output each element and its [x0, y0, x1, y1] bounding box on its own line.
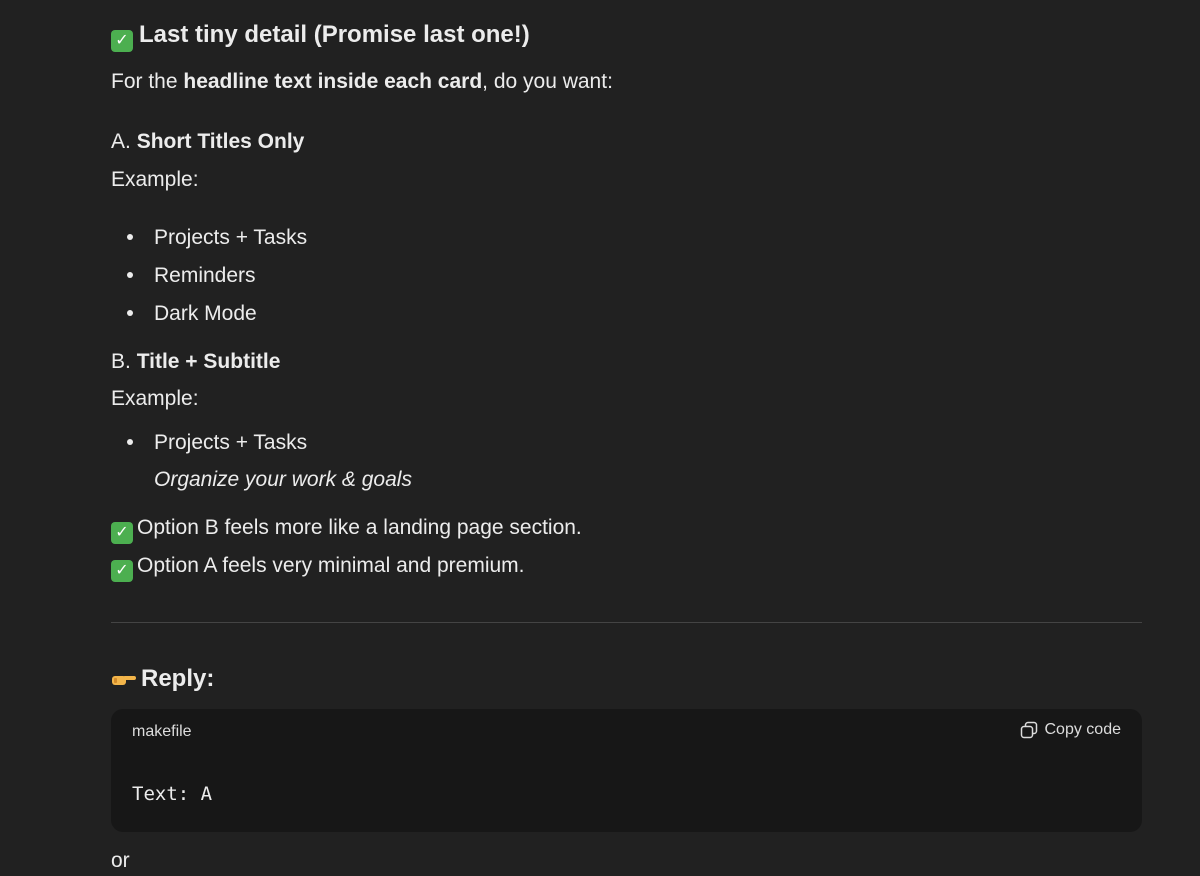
bullet-icon — [127, 272, 133, 278]
intro-paragraph: For the headline text inside each card, … — [111, 67, 613, 97]
intro-prefix: For the — [111, 70, 184, 93]
option-a-letter: A. — [111, 130, 137, 153]
list-item: Projects + Tasks — [127, 223, 307, 253]
divider — [111, 622, 1142, 623]
list-item-text: Dark Mode — [154, 302, 257, 325]
note-line: ✓ Option A feels very minimal and premium… — [111, 551, 525, 582]
option-a-title: A. Short Titles Only — [111, 127, 304, 157]
code-block: makefile Copy code Text: A — [111, 709, 1142, 832]
option-a-name: Short Titles Only — [136, 130, 305, 153]
note-line: ✓ Option B feels more like a landing page… — [111, 513, 582, 544]
option-b-name: Title + Subtitle — [136, 350, 281, 373]
option-a-example-label: Example: — [111, 168, 199, 191]
copy-code-button[interactable]: Copy code — [1020, 721, 1122, 739]
heading-text: Last tiny detail (Promise last one!) — [139, 21, 530, 48]
bullet-icon — [127, 439, 133, 445]
option-b-title: B. Title + Subtitle — [111, 347, 280, 377]
list-item: Reminders — [127, 261, 256, 291]
check-icon: ✓ — [111, 560, 133, 582]
list-item: Projects + Tasks — [127, 428, 307, 458]
code-language-label: makefile — [132, 723, 192, 740]
check-icon: ✓ — [111, 30, 133, 52]
list-item-text: Projects + Tasks — [154, 226, 308, 249]
list-item-text: Projects + Tasks — [154, 431, 308, 454]
list-item-subtitle: Organize your work & goals — [154, 468, 412, 491]
bullet-icon — [127, 234, 133, 240]
copy-icon — [1020, 721, 1037, 739]
option-b-example-label: Example: — [111, 387, 199, 410]
option-b-letter: B. — [111, 350, 137, 373]
reply-heading-text: Reply: — [141, 665, 215, 692]
intro-suffix: , do you want: — [482, 70, 613, 93]
reply-heading: Reply: — [111, 662, 214, 698]
bullet-icon — [127, 310, 133, 316]
trailing-text: or — [111, 849, 130, 872]
note-text: Option B feels more like a landing page … — [137, 516, 582, 539]
code-text: Text: A — [132, 783, 213, 805]
check-icon: ✓ — [111, 522, 133, 544]
intro-bold: headline text inside each card — [183, 70, 483, 93]
copy-code-label: Copy code — [1044, 721, 1122, 738]
note-text: Option A feels very minimal and premium. — [137, 554, 525, 577]
list-item: Dark Mode — [127, 299, 257, 329]
section-heading: ✓ Last tiny detail (Promise last one!) — [111, 18, 530, 52]
list-item-text: Reminders — [154, 264, 256, 287]
pointing-hand-icon — [111, 664, 137, 698]
